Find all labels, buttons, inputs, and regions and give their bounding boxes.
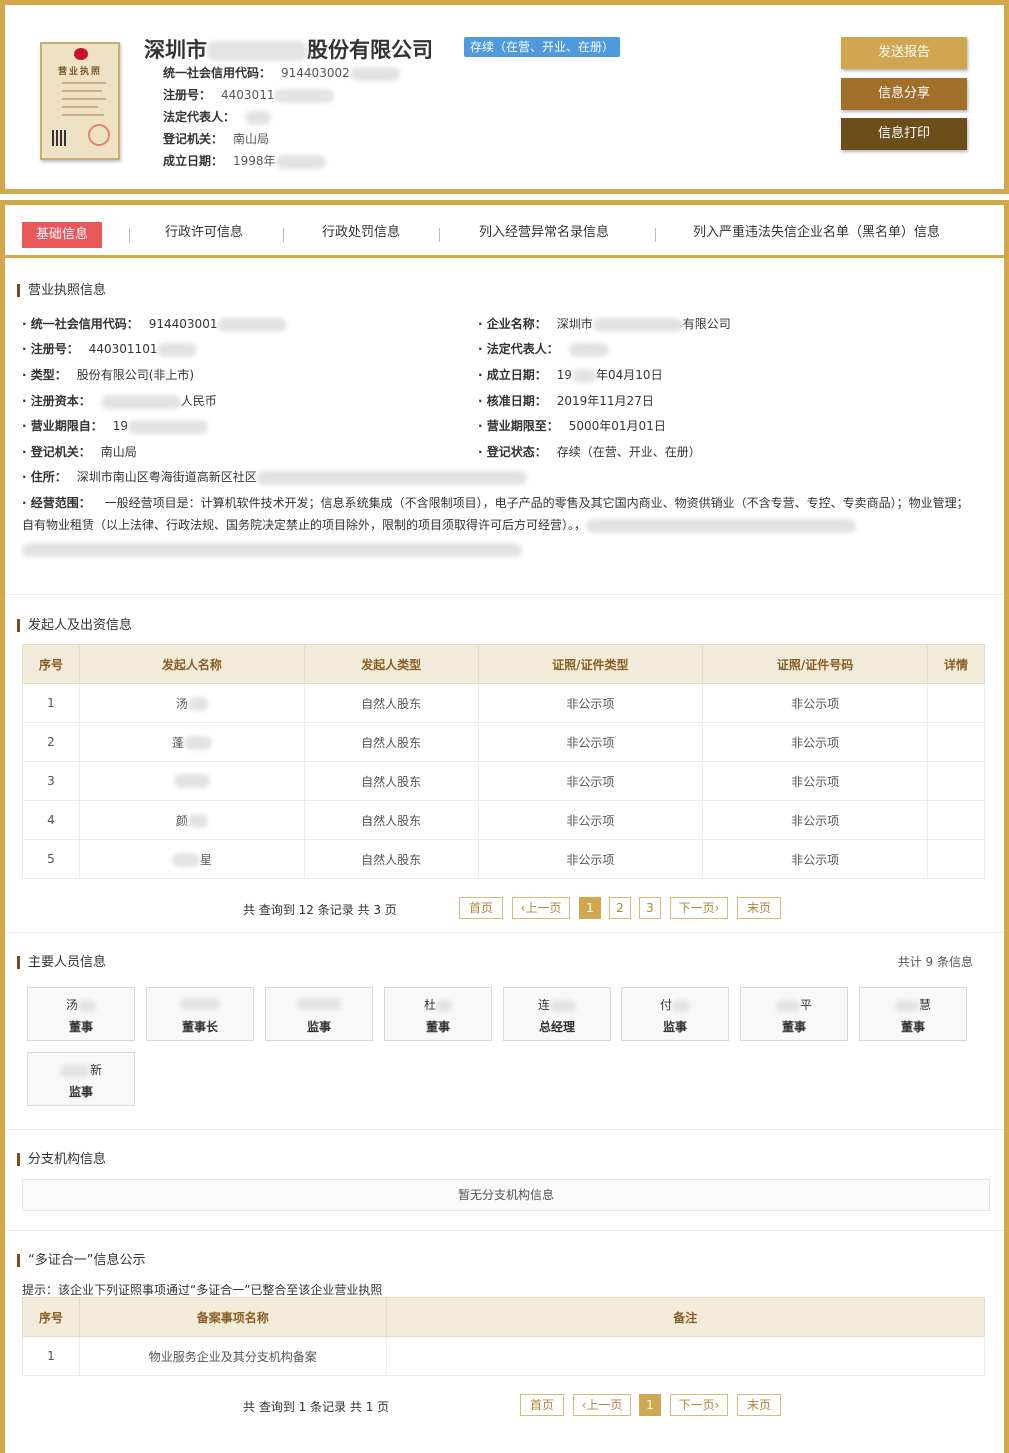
- business-license-thumbnail[interactable]: 营业执照: [40, 42, 120, 160]
- section-title-branches: 分支机构信息: [17, 1153, 106, 1166]
- tab-admin-penalty[interactable]: 行政处罚信息: [322, 221, 400, 240]
- pager-last-button[interactable]: 末页: [737, 897, 781, 919]
- field-legal-rep: · 法定代表人：: [478, 340, 609, 357]
- pager-prev-button[interactable]: ‹上一页: [573, 1394, 631, 1416]
- person-card[interactable]: 监事: [265, 987, 373, 1041]
- investors-pager-summary: 共 查询到 12 条记录 共 3 页: [243, 903, 397, 917]
- info-tabs: 基础信息 行政许可信息 行政处罚信息 列入经营异常名录信息 列入严重违法失信企业…: [5, 208, 1004, 258]
- header-credit-code: 统一社会信用代码： 914403002: [163, 64, 400, 81]
- tab-abnormal-list[interactable]: 列入经营异常名录信息: [479, 221, 609, 240]
- table-row: 2 蓬 自然人股东 非公示项 非公示项: [22, 722, 985, 762]
- table-row: 1 汤 自然人股东 非公示项 非公示项: [22, 683, 985, 723]
- pager-next-button[interactable]: 下一页›: [670, 1394, 728, 1416]
- table-row: 1 物业服务企业及其分支机构备案: [22, 1336, 986, 1376]
- tab-admin-license[interactable]: 行政许可信息: [165, 221, 243, 240]
- multi-cert-tip: 提示：该企业下列证照事项通过“多证合一”已整合至该企业营业执照: [22, 1283, 383, 1297]
- personnel-total: 共计 9 条信息: [897, 955, 973, 969]
- pager-next-button[interactable]: 下一页›: [670, 897, 728, 919]
- header-reg-authority: 登记机关： 南山局: [163, 132, 270, 146]
- person-card[interactable]: 杜 董事: [384, 987, 492, 1041]
- field-reg-capital: · 注册资本： 人民币: [22, 394, 217, 409]
- header-reg-no: 注册号： 4403011: [163, 86, 335, 103]
- field-term-to: · 营业期限至： 5000年01月01日: [478, 419, 666, 433]
- section-title-investors: 发起人及出资信息: [17, 619, 132, 632]
- pager-first-button[interactable]: 首页: [520, 1394, 564, 1416]
- person-card[interactable]: 付 监事: [621, 987, 729, 1041]
- field-credit-code: · 统一社会信用代码： 914403001: [22, 315, 288, 332]
- table-header-row: 序号 备案事项名称 备注: [22, 1297, 986, 1337]
- field-company-name: · 企业名称： 深圳市 有限公司: [478, 317, 731, 332]
- pager-last-button[interactable]: 末页: [737, 1394, 781, 1416]
- field-reg-no: · 注册号： 440301101: [22, 340, 198, 357]
- company-name: 深圳市 股份有限公司: [144, 38, 433, 62]
- official-seal-icon: [88, 124, 110, 146]
- table-row: 5 星 自然人股东 非公示项 非公示项: [22, 839, 985, 879]
- pager-page-2[interactable]: 2: [609, 897, 631, 919]
- person-card[interactable]: 汤 董事: [27, 987, 135, 1041]
- person-card[interactable]: 连 总经理: [503, 987, 611, 1041]
- section-title-personnel: 主要人员信息: [17, 956, 106, 969]
- business-scope: · 经营范围： 一般经营项目是：计算机软件技术开发；信息系统集成（不含限制项目）…: [22, 492, 977, 558]
- branches-empty-message: 暂无分支机构信息: [22, 1179, 990, 1211]
- qr-code-icon: [52, 130, 68, 146]
- share-info-button[interactable]: 信息分享: [841, 78, 967, 110]
- field-reg-status: · 登记状态： 存续（在营、开业、在册）: [478, 445, 701, 459]
- section-title-license: 营业执照信息: [17, 284, 106, 297]
- field-address: · 住所： 深圳市南山区粤海街道高新区社区: [22, 468, 527, 485]
- multi-cert-pager-summary: 共 查询到 1 条记录 共 1 页: [243, 1400, 390, 1414]
- table-row: 3 自然人股东 非公示项 非公示项: [22, 761, 985, 801]
- pager-page-1[interactable]: 1: [579, 897, 601, 919]
- person-card[interactable]: 慧 董事: [859, 987, 967, 1041]
- table-header-row: 序号 发起人名称 发起人类型 证照/证件类型 证照/证件号码 详情: [22, 644, 985, 684]
- field-term-from: · 营业期限自： 19: [22, 417, 209, 434]
- license-thumbnail-title: 营业执照: [57, 67, 102, 77]
- multi-cert-table: 序号 备案事项名称 备注 1 物业服务企业及其分支机构备案: [22, 1297, 986, 1376]
- header-legal-rep: 法定代表人：: [163, 108, 272, 125]
- field-type: · 类型： 股份有限公司(非上市): [22, 368, 195, 382]
- print-info-button[interactable]: 信息打印: [841, 118, 967, 150]
- status-badge: 存续（在营、开业、在册）: [464, 37, 621, 57]
- person-card[interactable]: 平 董事: [740, 987, 848, 1041]
- pager-page-3[interactable]: 3: [639, 897, 661, 919]
- pager-first-button[interactable]: 首页: [459, 897, 503, 919]
- national-emblem-icon: [74, 48, 88, 60]
- tab-basic-info[interactable]: 基础信息: [22, 222, 103, 248]
- field-approve-date: · 核准日期： 2019年11月27日: [478, 394, 654, 408]
- person-card[interactable]: 新 监事: [27, 1052, 135, 1106]
- section-title-multi-cert: “多证合一”信息公示: [17, 1254, 145, 1267]
- field-reg-authority: · 登记机关： 南山局: [22, 445, 137, 459]
- pager-prev-button[interactable]: ‹上一页: [512, 897, 570, 919]
- person-card[interactable]: 董事长: [146, 987, 254, 1041]
- tab-blacklist[interactable]: 列入严重违法失信企业名单（黑名单）信息: [693, 221, 940, 240]
- header-found-date: 成立日期： 1998年: [163, 152, 326, 169]
- send-report-button[interactable]: 发送报告: [841, 37, 967, 69]
- table-row: 4 颜 自然人股东 非公示项 非公示项: [22, 800, 985, 840]
- investors-table: 序号 发起人名称 发起人类型 证照/证件类型 证照/证件号码 详情 1 汤 自然…: [22, 644, 985, 879]
- pager-page-1[interactable]: 1: [639, 1394, 661, 1416]
- field-found-date: · 成立日期： 19 年04月10日: [478, 368, 663, 383]
